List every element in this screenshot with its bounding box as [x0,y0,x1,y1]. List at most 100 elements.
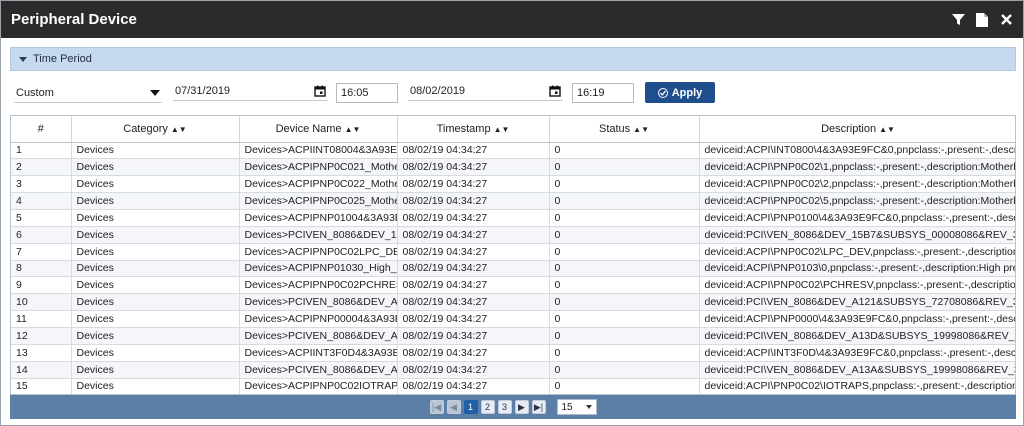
titlebar: Peripheral Device [1,1,1023,38]
column-header-description[interactable]: Description ▲▼ [699,116,1015,143]
cell-description: deviceid:ACPI\PNP0C02\2,pnpclass:-,prese… [699,175,1015,194]
filter-icon[interactable] [951,13,965,27]
cell-index: 9 [11,276,72,295]
cell-status: 0 [549,175,700,194]
page-button-2[interactable]: 2 [480,400,495,414]
cell-device-name: Devices>ACPIPNP0C02PCHRESV [239,276,398,295]
cell-status: 0 [549,226,700,244]
cell-category: Devices [71,243,240,261]
table-row[interactable]: 11 Devices Devices>ACPIPNP00004&3A93E9 08/0… [11,310,1015,328]
next-page-button[interactable]: ▶ [514,400,529,414]
end-time-field[interactable]: 16:19 [572,83,634,103]
cell-device-name: Devices>ACPIPNP0C025_Mother [239,192,398,210]
cell-timestamp: 08/02/19 04:34:27 [397,175,550,194]
sort-icon: ▲▼ [344,124,361,134]
column-header-device-name[interactable]: Device Name ▲▼ [239,116,398,143]
calendar-icon[interactable] [314,85,326,97]
table-row[interactable]: 1 Devices Devices>ACPIINT08004&3A93E9 08/02… [11,142,1015,160]
table-row[interactable]: 15 Devices Devices>ACPIPNP0C02IOTRAPS 08/02… [11,378,1015,394]
table-row[interactable]: 4 Devices Devices>ACPIPNP0C025_Mother 08/02… [11,192,1015,210]
cell-status: 0 [549,378,700,394]
pager: |◀ ◀ 1 2 3 ▶ ▶| 15 [10,395,1016,419]
table-row[interactable]: 3 Devices Devices>ACPIPNP0C022_Mother 08/02… [11,175,1015,194]
cell-status: 0 [549,209,700,227]
cell-status: 0 [549,260,700,278]
device-grid: # Category ▲▼ Device Name ▲▼ Timestamp ▲▼ S… [10,115,1016,395]
time-period-filters: Custom 07/31/2019 16:05 08/02/2019 16:19… [10,79,1016,105]
cell-category: Devices [71,276,240,295]
last-page-button[interactable]: ▶| [531,400,546,414]
cell-status: 0 [549,344,700,362]
table-row[interactable]: 9 Devices Devices>ACPIPNP0C02PCHRESV 08/02/… [11,276,1015,295]
cell-device-name: Devices>ACPIPNP0C02IOTRAPS [239,378,398,394]
cell-status: 0 [549,293,700,312]
device-table: # Category ▲▼ Device Name ▲▼ Timestamp ▲▼ S… [11,116,1015,394]
cell-category: Devices [71,226,240,244]
cell-description: deviceid:ACPI\PNP0C02\PCHRESV,pnpclass:-… [699,276,1015,295]
cell-index: 5 [11,209,72,227]
apply-button[interactable]: Apply [645,82,715,103]
start-time-field[interactable]: 16:05 [336,83,398,103]
cell-description: deviceid:PCI\VEN_8086&DEV_15B7&SUBSYS_00… [699,226,1015,244]
cell-index: 2 [11,158,72,177]
cell-description: deviceid:ACPI\INT0800\4&3A93E9FC&0,pnpcl… [699,142,1015,160]
export-file-icon[interactable] [975,12,989,27]
cell-description: deviceid:ACPI\PNP0103\0,pnpclass:-,prese… [699,260,1015,278]
cell-timestamp: 08/02/19 04:34:27 [397,327,550,345]
cell-category: Devices [71,327,240,345]
column-header-category[interactable]: Category ▲▼ [71,116,240,143]
table-row[interactable]: 6 Devices Devices>PCIVEN_8086&DEV_15B 08/02… [11,226,1015,244]
table-row[interactable]: 8 Devices Devices>ACPIPNP01030_High_pr 08/0… [11,260,1015,278]
cell-status: 0 [549,158,700,177]
cell-status: 0 [549,142,700,160]
cell-timestamp: 08/02/19 04:34:27 [397,226,550,244]
table-row[interactable]: 12 Devices Devices>PCIVEN_8086&DEV_A13 08/0… [11,327,1015,345]
page-button-1[interactable]: 1 [463,400,478,414]
end-date-field[interactable]: 08/02/2019 [408,81,563,101]
prev-page-button[interactable]: ◀ [446,400,461,414]
page-size-value: 15 [561,401,573,413]
cell-index: 13 [11,344,72,362]
close-icon[interactable] [999,13,1013,27]
table-row[interactable]: 5 Devices Devices>ACPIPNP01004&3A93E9 08/02… [11,209,1015,227]
check-circle-icon [657,87,668,98]
peripheral-device-window: Peripheral Device Time Period Custom 07/… [0,0,1024,426]
cell-status: 0 [549,276,700,295]
cell-timestamp: 08/02/19 04:34:27 [397,142,550,160]
cell-timestamp: 08/02/19 04:34:27 [397,361,550,379]
cell-index: 14 [11,361,72,379]
table-row[interactable]: 2 Devices Devices>ACPIPNP0C021_Mother 08/02… [11,158,1015,177]
start-date-value: 07/31/2019 [175,84,231,97]
cell-device-name: Devices>ACPIINT3F0D4&3A93E9 [239,344,398,362]
cell-description: deviceid:ACPI\PNP0100\4&3A93E9FC&0,pnpcl… [699,209,1015,227]
cell-index: 11 [11,310,72,328]
cell-index: 8 [11,260,72,278]
cell-status: 0 [549,243,700,261]
first-page-button[interactable]: |◀ [429,400,444,414]
column-header-timestamp[interactable]: Timestamp ▲▼ [397,116,550,143]
cell-device-name: Devices>PCIVEN_8086&DEV_A13 [239,361,398,379]
start-date-field[interactable]: 07/31/2019 [173,81,328,101]
cell-index: 6 [11,226,72,244]
cell-description: deviceid:ACPI\PNP0C02\IOTRAPS,pnpclass:-… [699,378,1015,394]
page-size-select[interactable]: 15 [556,399,597,415]
chevron-down-icon [585,405,592,409]
cell-device-name: Devices>ACPIPNP0C021_Mother [239,158,398,177]
page-button-3[interactable]: 3 [497,400,512,414]
table-row[interactable]: 7 Devices Devices>ACPIPNP0C02LPC_DEV 08/02/… [11,243,1015,261]
table-row[interactable]: 10 Devices Devices>PCIVEN_8086&DEV_A12 08/0… [11,293,1015,312]
cell-description: deviceid:ACPI\PNP0C02\LPC_DEV,pnpclass:-… [699,243,1015,261]
column-header-status[interactable]: Status ▲▼ [549,116,700,143]
cell-category: Devices [71,175,240,194]
time-period-header[interactable]: Time Period [10,47,1016,71]
table-row[interactable]: 13 Devices Devices>ACPIINT3F0D4&3A93E9 08/0… [11,344,1015,362]
cell-category: Devices [71,260,240,278]
cell-description: deviceid:PCI\VEN_8086&DEV_A121&SUBSYS_72… [699,293,1015,312]
cell-timestamp: 08/02/19 04:34:27 [397,276,550,295]
cell-category: Devices [71,344,240,362]
table-row[interactable]: 14 Devices Devices>PCIVEN_8086&DEV_A13 08/0… [11,361,1015,379]
calendar-icon[interactable] [549,85,561,97]
cell-timestamp: 08/02/19 04:34:27 [397,293,550,312]
range-dropdown[interactable]: Custom [14,83,162,103]
cell-status: 0 [549,327,700,345]
